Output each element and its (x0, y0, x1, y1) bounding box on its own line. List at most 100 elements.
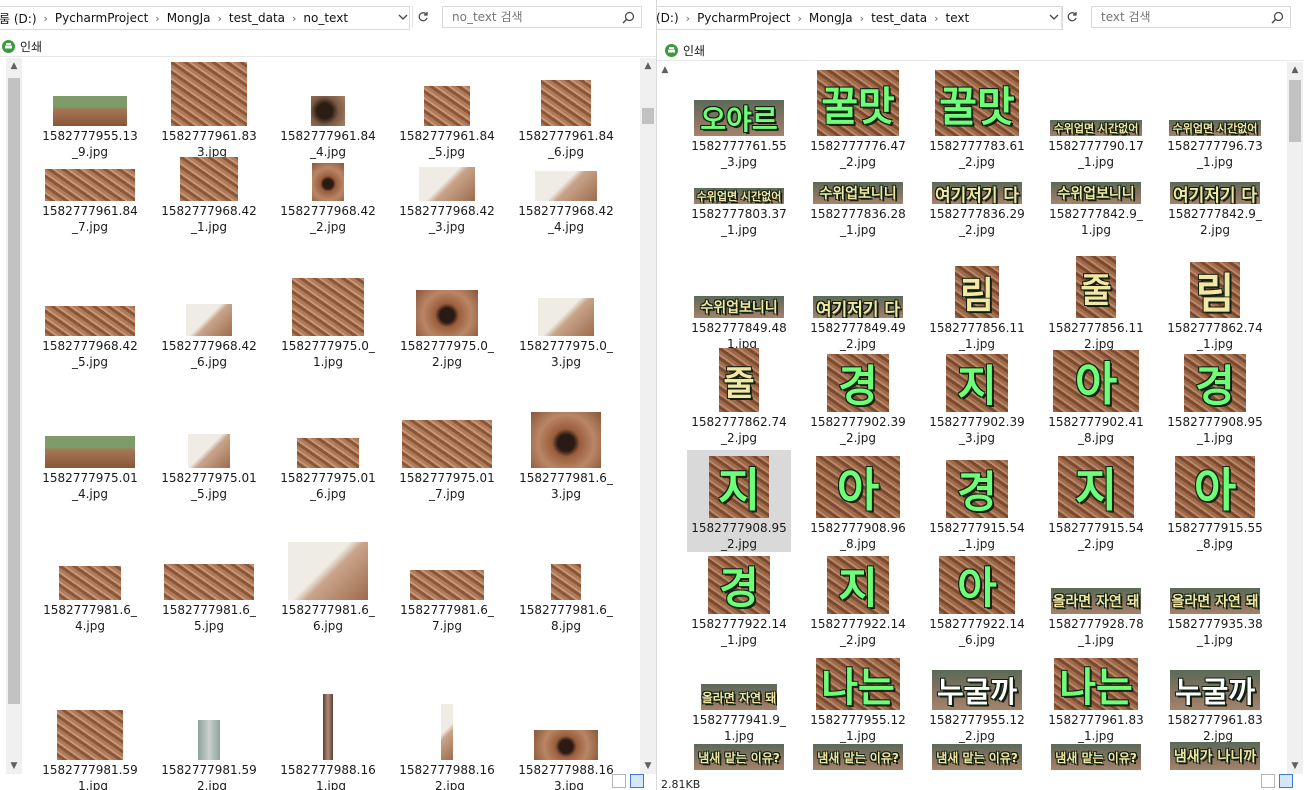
address-dropdown-chevron-icon[interactable] (394, 6, 412, 28)
file-item[interactable]: 1582777981.6_3.jpg (514, 410, 618, 502)
file-item[interactable]: 1582777981.59_2.jpg (157, 674, 261, 790)
scroll-down-arrow-icon[interactable]: ▼ (640, 758, 656, 774)
file-item[interactable]: 1582777981.6_6.jpg (276, 542, 380, 634)
print-command[interactable]: 인쇄 (20, 38, 42, 55)
file-item[interactable]: 1582777975.0_3.jpg (514, 278, 618, 370)
scroll-down-arrow-icon[interactable]: ▼ (1287, 758, 1303, 774)
file-item[interactable]: 냄새 맡는 이유? (806, 742, 910, 772)
file-item[interactable]: 여기저기 다 1582777836.29_2.jpg (925, 170, 1029, 238)
file-item[interactable]: 아 1582777915.55_8.jpg (1163, 450, 1267, 552)
file-item[interactable]: 오야르 1582777761.55_3.jpg (687, 64, 791, 170)
search-box[interactable] (1091, 6, 1291, 28)
breadcrumb-drive[interactable]: (D:) (657, 11, 679, 25)
scroll-down-arrow-icon[interactable]: ▼ (6, 758, 22, 774)
file-item[interactable]: 1582777981.6_8.jpg (514, 542, 618, 634)
file-item[interactable]: 수위업보니니 1582777849.48_1.jpg (687, 252, 791, 352)
breadcrumb-mongja[interactable]: MongJa (809, 11, 853, 25)
file-item[interactable]: 1582777975.0_2.jpg (395, 278, 499, 370)
file-item[interactable]: 1582777981.6_7.jpg (395, 542, 499, 634)
file-item[interactable]: 림 1582777862.74_1.jpg (1163, 252, 1267, 352)
nav-pane-scrollbar[interactable]: ▲ ▼ (6, 58, 22, 774)
breadcrumb-pycharmproject[interactable]: PycharmProject (697, 11, 790, 25)
file-item[interactable]: 수위업보니니 1582777836.28_1.jpg (806, 170, 910, 238)
file-item[interactable]: 냄새 맡는 이유? (925, 742, 1029, 772)
file-item[interactable]: 1582777961.84_6.jpg (514, 60, 618, 160)
content-scrollbar[interactable]: ▲ ▼ (1287, 62, 1303, 774)
file-item[interactable]: 꿀맛 1582777776.47_2.jpg (806, 64, 910, 170)
file-item[interactable]: 1582777961.83_3.jpg (157, 60, 261, 160)
file-item[interactable]: 1582777981.6_4.jpg (38, 542, 142, 634)
file-item[interactable]: 1582777975.0_1.jpg (276, 278, 380, 370)
breadcrumb-test-data[interactable]: test_data (871, 11, 927, 25)
file-item[interactable]: 1582777968.42_2.jpg (276, 147, 380, 235)
file-item[interactable]: 1582777988.16_1.jpg (276, 674, 380, 790)
file-item[interactable]: 냄새가 나니까 (1163, 742, 1267, 772)
scroll-up-arrow-icon[interactable]: ▲ (640, 58, 656, 74)
file-item[interactable]: 1582777955.13_9.jpg (38, 60, 142, 160)
search-icon[interactable] (1271, 11, 1284, 27)
file-item[interactable]: 1582777968.42_1.jpg (157, 147, 261, 235)
file-item[interactable]: 누굴까 1582777955.12_2.jpg (925, 648, 1029, 744)
file-item[interactable]: 경 1582777908.95_1.jpg (1163, 344, 1267, 446)
file-item[interactable]: 냄새 맡는 이유? (687, 742, 791, 772)
file-item[interactable]: 1582777975.01_5.jpg (157, 410, 261, 502)
file-item[interactable]: 림 1582777856.11_1.jpg (925, 252, 1029, 352)
file-item[interactable]: 올라면 자연 돼 1582777935.38_1.jpg (1163, 556, 1267, 648)
print-icon[interactable] (2, 39, 15, 53)
file-item[interactable]: 1582777961.84_5.jpg (395, 60, 499, 160)
file-item[interactable]: 1582777968.42_6.jpg (157, 278, 261, 370)
file-item[interactable]: 수위업면 시간없어 1582777796.73_1.jpg (1163, 64, 1267, 170)
scrollbar-thumb[interactable] (8, 78, 20, 704)
large-icons-view-icon[interactable] (1279, 774, 1293, 788)
scrollbar-thumb[interactable] (642, 108, 654, 124)
address-bar[interactable]: 룸 (D:) › PycharmProject › MongJa › test_… (0, 6, 410, 30)
file-item[interactable]: 경 1582777902.39_2.jpg (806, 344, 910, 446)
scroll-up-arrow-icon[interactable]: ▲ (1287, 62, 1303, 78)
file-item[interactable]: 아 1582777908.96_8.jpg (806, 450, 910, 552)
file-item[interactable]: 누굴까 1582777961.83_2.jpg (1163, 648, 1267, 744)
file-item[interactable]: 아 1582777902.41_8.jpg (1044, 344, 1148, 446)
file-item[interactable]: 1582777975.01_7.jpg (395, 410, 499, 502)
print-icon[interactable] (665, 43, 678, 57)
file-item-selected[interactable]: 지 1582777908.95_2.jpg (687, 450, 791, 552)
file-item[interactable]: 1582777975.01_6.jpg (276, 410, 380, 502)
file-item[interactable]: 1582777968.42_5.jpg (38, 278, 142, 370)
search-input[interactable] (443, 7, 641, 27)
search-icon[interactable] (622, 11, 635, 27)
large-icons-view-icon[interactable] (630, 774, 644, 788)
file-item[interactable]: 올라면 자연 돼 1582777941.9_1.jpg (687, 648, 791, 744)
breadcrumb-test-data[interactable]: test_data (229, 11, 285, 25)
file-item[interactable]: 경 1582777915.54_1.jpg (925, 450, 1029, 552)
file-item[interactable]: 1582777961.84_4.jpg (276, 60, 380, 160)
address-bar[interactable]: (D:) › PycharmProject › MongJa › test_da… (657, 6, 1063, 30)
nav-scroll-up-arrow-icon[interactable]: ▲ (657, 62, 673, 78)
search-input[interactable] (1092, 7, 1290, 27)
file-item[interactable]: 꿀맛 1582777783.61_2.jpg (925, 64, 1029, 170)
file-item[interactable]: 1582777988.16_2.jpg (395, 674, 499, 790)
file-item[interactable]: 1582777981.59_1.jpg (38, 674, 142, 790)
file-item[interactable]: 수위업면 시간없어 1582777803.37_1.jpg (687, 170, 791, 238)
file-item[interactable]: 1582777981.6_5.jpg (157, 542, 261, 634)
refresh-icon[interactable] (1061, 6, 1082, 28)
file-item[interactable]: 줄 1582777862.74_2.jpg (687, 344, 791, 446)
file-item[interactable]: 수위업면 시간없어 1582777790.17_1.jpg (1044, 64, 1148, 170)
details-view-icon[interactable] (1261, 774, 1275, 788)
file-item[interactable]: 지 1582777922.14_2.jpg (806, 556, 910, 648)
file-item[interactable]: 경 1582777922.14_1.jpg (687, 556, 791, 648)
file-item[interactable]: 나는 1582777961.83_1.jpg (1044, 648, 1148, 744)
refresh-icon[interactable] (412, 6, 433, 28)
breadcrumb-mongja[interactable]: MongJa (167, 11, 211, 25)
breadcrumb-no-text[interactable]: no_text (303, 11, 348, 25)
print-command[interactable]: 인쇄 (683, 42, 705, 59)
file-item[interactable]: 나는 1582777955.12_1.jpg (806, 648, 910, 744)
scrollbar-thumb[interactable] (1289, 80, 1301, 142)
file-item[interactable]: 여기저기 다 1582777842.9_2.jpg (1163, 170, 1267, 238)
file-item[interactable]: 1582777961.84_7.jpg (38, 147, 142, 235)
file-item[interactable]: 아 1582777922.14_6.jpg (925, 556, 1029, 648)
file-item[interactable]: 1582777975.01_4.jpg (38, 410, 142, 502)
search-box[interactable] (442, 6, 642, 28)
file-item[interactable]: 1582777968.42_4.jpg (514, 147, 618, 235)
file-item[interactable]: 지 1582777902.39_3.jpg (925, 344, 1029, 446)
content-scrollbar[interactable]: ▲ ▼ (640, 58, 656, 774)
breadcrumb-pycharmproject[interactable]: PycharmProject (55, 11, 148, 25)
